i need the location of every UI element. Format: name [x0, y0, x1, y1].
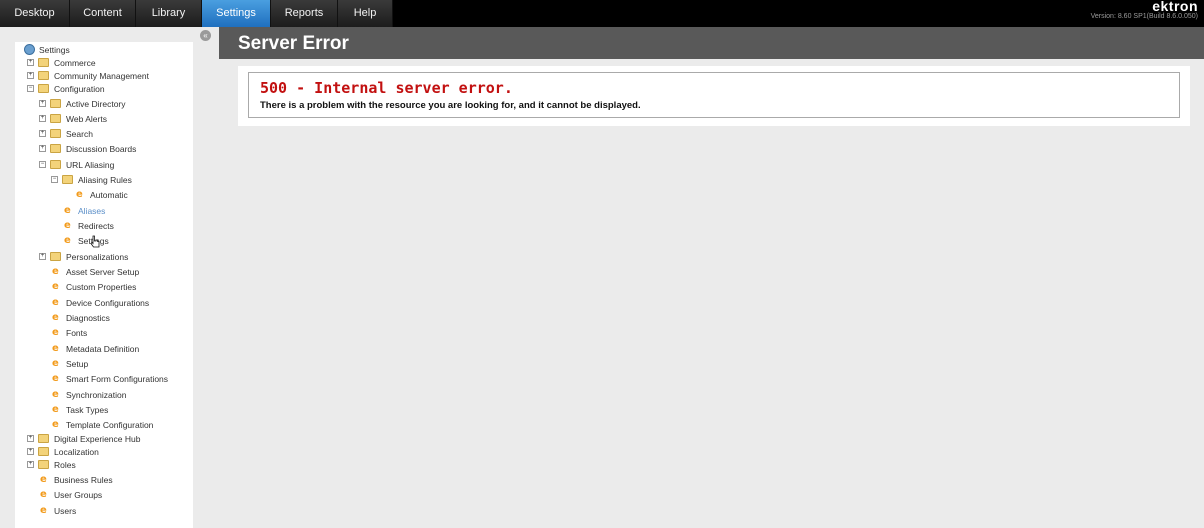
ektron-e-icon: e — [76, 189, 83, 200]
expand-icon[interactable]: + — [39, 100, 46, 107]
tab-reports[interactable]: Reports — [271, 0, 338, 27]
ektron-e-icon: e — [52, 297, 59, 308]
expand-icon[interactable]: + — [27, 448, 34, 455]
page-header: Server Error — [219, 27, 1204, 59]
ektron-e-icon: e — [64, 235, 71, 246]
ektron-e-icon: e — [40, 489, 47, 500]
error-message: There is a problem with the resource you… — [260, 100, 641, 111]
ektron-e-icon: e — [52, 312, 59, 323]
settings-tree: Settings + Commerce + Community Manageme… — [15, 42, 193, 528]
sidebar: « Settings + Commerce + Community Manage… — [0, 27, 219, 528]
version-text: Version: 8.60 SP1(Build 8.6.0.050) — [1090, 13, 1198, 20]
brand-logo: ektron — [1152, 0, 1198, 14]
ektron-e-icon: e — [64, 205, 71, 216]
tab-library[interactable]: Library — [136, 0, 202, 27]
error-panel: 500 - Internal server error. There is a … — [238, 66, 1190, 126]
expand-icon[interactable]: + — [27, 435, 34, 442]
collapse-icon[interactable]: − — [27, 85, 34, 92]
expand-icon[interactable]: + — [27, 72, 34, 79]
ektron-e-icon: e — [52, 373, 59, 384]
folder-icon — [50, 99, 61, 108]
folder-open-icon — [50, 160, 61, 169]
tab-help[interactable]: Help — [338, 0, 393, 27]
globe-icon — [24, 44, 35, 55]
collapse-icon[interactable]: − — [39, 161, 46, 168]
folder-icon — [50, 114, 61, 123]
ektron-e-icon: e — [52, 343, 59, 354]
expand-icon[interactable]: + — [39, 130, 46, 137]
ektron-e-icon: e — [64, 220, 71, 231]
top-bar: Desktop Content Library Settings Reports… — [0, 0, 1204, 27]
ektron-e-icon: e — [52, 327, 59, 338]
hand-cursor-icon — [90, 235, 100, 248]
folder-open-icon — [38, 84, 49, 93]
folder-icon — [38, 434, 49, 443]
folder-icon — [38, 460, 49, 469]
expand-icon[interactable]: + — [39, 253, 46, 260]
folder-icon — [38, 58, 49, 67]
ektron-e-icon: e — [52, 358, 59, 369]
folder-icon — [50, 144, 61, 153]
ektron-e-icon: e — [52, 404, 59, 415]
folder-icon — [50, 129, 61, 138]
folder-open-icon — [62, 175, 73, 184]
tab-desktop[interactable]: Desktop — [0, 0, 70, 27]
ektron-e-icon: e — [52, 266, 59, 277]
ektron-e-icon: e — [40, 505, 47, 516]
collapse-icon[interactable]: − — [51, 176, 58, 183]
tab-settings[interactable]: Settings — [202, 0, 271, 27]
expand-icon[interactable]: + — [39, 115, 46, 122]
expand-icon[interactable]: + — [27, 461, 34, 468]
folder-icon — [38, 71, 49, 80]
main-nav: Desktop Content Library Settings Reports… — [0, 0, 393, 27]
folder-icon — [50, 252, 61, 261]
ektron-e-icon: e — [52, 389, 59, 400]
expand-icon[interactable]: + — [27, 59, 34, 66]
tab-content[interactable]: Content — [70, 0, 136, 27]
ektron-e-icon: e — [52, 419, 59, 430]
ektron-e-icon: e — [40, 474, 47, 485]
ektron-e-icon: e — [52, 281, 59, 292]
collapse-sidebar-icon[interactable]: « — [200, 30, 211, 41]
error-box: 500 - Internal server error. There is a … — [248, 72, 1180, 118]
error-code: 500 - Internal server error. — [260, 79, 513, 97]
folder-icon — [38, 447, 49, 456]
expand-icon[interactable]: + — [39, 145, 46, 152]
page-title: Server Error — [238, 33, 349, 54]
